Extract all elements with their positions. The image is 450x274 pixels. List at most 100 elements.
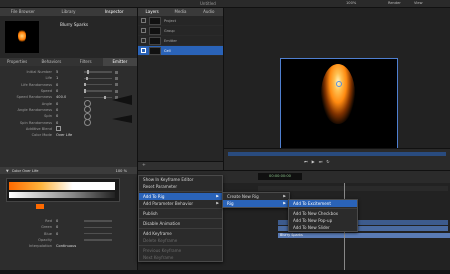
- preview-area: Blurry Sparks: [0, 16, 137, 58]
- submenu-arrow-icon: ▶: [216, 201, 219, 205]
- menu-item-add-to-rig[interactable]: Add To Rig ▶: [139, 193, 222, 200]
- color-over-life-row[interactable]: ▼ Color Over Life 100 %: [0, 167, 137, 174]
- menu-item-add-to-new-popup[interactable]: Add To New Pop-up: [289, 217, 357, 224]
- layer-row[interactable]: Group: [138, 26, 223, 36]
- tab-library[interactable]: Library: [46, 8, 92, 16]
- tab-file-browser[interactable]: File Browser: [0, 8, 46, 16]
- keyframe-button[interactable]: [115, 83, 118, 87]
- keyframe-button[interactable]: [115, 70, 118, 74]
- view-menu[interactable]: View: [414, 0, 423, 7]
- emitter-handle[interactable]: [336, 81, 342, 87]
- param-slider[interactable]: [84, 82, 112, 87]
- gradient-editor[interactable]: [6, 178, 120, 202]
- layers-panel: Layers Media Audio Project Group Emitter…: [138, 8, 224, 170]
- browser-tabs: File Browser Library Inspector: [0, 8, 137, 16]
- layer-row[interactable]: Cell: [138, 46, 223, 56]
- menu-item-publish[interactable]: Publish: [139, 210, 222, 217]
- tab-media[interactable]: Media: [166, 8, 194, 16]
- zoom-menu[interactable]: 100%: [346, 0, 356, 7]
- color-over-life-label: Color Over Life: [11, 168, 39, 173]
- menu-item-reset-parameter[interactable]: Reset Parameter: [139, 183, 222, 190]
- menu-item-disable-animation[interactable]: Disable Animation: [139, 220, 222, 227]
- gradient-color-swatch[interactable]: [36, 204, 44, 209]
- menu-item-add-to-new-checkbox[interactable]: Add To New Checkbox: [289, 210, 357, 217]
- render-menu[interactable]: Render: [388, 0, 401, 7]
- submenu-arrow-icon: ▶: [283, 194, 286, 198]
- add-layer-icon[interactable]: +: [142, 163, 146, 168]
- layer-thumbnail: [149, 36, 161, 45]
- submenu-arrow-icon: ▶: [216, 194, 219, 198]
- preview-thumbnail: [5, 21, 39, 53]
- param-slider[interactable]: [84, 232, 112, 235]
- disclosure-triangle-icon[interactable]: ▼: [6, 169, 9, 173]
- spin-dial[interactable]: [84, 119, 91, 127]
- context-menu: Show In Keyframe Editor Reset Parameter …: [138, 175, 223, 262]
- menu-item-previous-keyframe: Previous Keyframe: [143, 248, 182, 253]
- menu-item-show-in-keyframe-editor[interactable]: Show In Keyframe Editor: [139, 176, 222, 183]
- gradient-opacity-bar[interactable]: [9, 192, 115, 198]
- transport-controls: ⏮ ▶ ⏭ ↻: [304, 159, 330, 164]
- layer-thumbnail: [149, 46, 161, 55]
- tab-audio[interactable]: Audio: [195, 8, 223, 16]
- param-slider[interactable]: [84, 89, 112, 93]
- go-to-start-icon[interactable]: ⏮: [304, 159, 308, 164]
- status-bar: [0, 270, 450, 274]
- speed-graph: [112, 95, 132, 105]
- gradient-bar[interactable]: [9, 182, 115, 190]
- go-to-end-icon[interactable]: ⏭: [319, 159, 323, 164]
- menu-separator: [289, 208, 357, 209]
- menu-separator: [139, 191, 222, 192]
- timeline-ruler: [258, 186, 448, 191]
- mini-timeline[interactable]: [228, 152, 446, 156]
- menu-item-add-keyframe[interactable]: Add Keyframe: [139, 230, 222, 237]
- tab-properties[interactable]: Properties: [0, 58, 34, 66]
- tab-behaviors[interactable]: Behaviors: [34, 58, 68, 66]
- tab-inspector[interactable]: Inspector: [91, 8, 137, 16]
- menu-item-add-to-new-slider[interactable]: Add To New Slider: [289, 224, 357, 231]
- tab-emitter[interactable]: Emitter: [102, 58, 137, 66]
- tab-filters[interactable]: Filters: [69, 58, 103, 66]
- menu-item-add-parameter-behavior[interactable]: Add Parameter Behavior ▶: [139, 200, 222, 207]
- keyframe-button[interactable]: [115, 89, 118, 93]
- window-titlebar: Untitled 100% Render View: [0, 0, 450, 8]
- color-over-life-value[interactable]: 100 %: [116, 169, 127, 173]
- param-row: Interpolation Continuous: [29, 244, 77, 249]
- param-slider[interactable]: [84, 226, 112, 229]
- gradient-controls: [6, 203, 66, 210]
- menu-item-create-new-rig[interactable]: Create New Rig ▶: [223, 193, 289, 200]
- param-slider[interactable]: [84, 220, 112, 222]
- additive-blend-checkbox[interactable]: [56, 126, 61, 132]
- menu-separator: [139, 208, 222, 209]
- menu-separator: [139, 245, 222, 246]
- canvas-frame[interactable]: [280, 58, 398, 152]
- menu-item-rig[interactable]: Rig ▶: [223, 200, 289, 207]
- layer-row[interactable]: Project: [138, 16, 223, 26]
- rig-widget-submenu: Add To Excitement Add To New Checkbox Ad…: [288, 199, 358, 232]
- play-icon[interactable]: ▶: [312, 159, 315, 164]
- angle-graph: [112, 115, 132, 123]
- loop-icon[interactable]: ↻: [326, 159, 329, 164]
- tab-layers[interactable]: Layers: [138, 8, 166, 16]
- inspector-panel: File Browser Library Inspector Blurry Sp…: [0, 8, 138, 270]
- preview-title: Blurry Sparks: [60, 22, 89, 27]
- layer-row[interactable]: Emitter: [138, 36, 223, 46]
- canvas-transport: ⏮ ▶ ⏭ ↻: [224, 148, 450, 171]
- canvas-area: [224, 8, 450, 152]
- param-slider[interactable]: [84, 239, 112, 241]
- menu-separator: [139, 228, 222, 229]
- color-mode-popup[interactable]: Over Life: [56, 133, 72, 137]
- keyframe-button[interactable]: [115, 76, 118, 80]
- param-slider[interactable]: [84, 76, 112, 81]
- layer-thumbnail: [149, 26, 161, 35]
- param-slider[interactable]: [84, 70, 112, 74]
- menu-item-next-keyframe: Next Keyframe: [143, 255, 174, 260]
- window-title: Untitled: [200, 1, 216, 6]
- param-row: Color Mode Over Life: [31, 133, 73, 138]
- interpolation-popup[interactable]: Continuous: [56, 244, 76, 248]
- menu-item-add-to-excitement[interactable]: Add To Excitement: [289, 200, 357, 207]
- param-slider[interactable]: [84, 95, 112, 100]
- layer-thumbnail: [149, 16, 161, 25]
- timeline-track[interactable]: Blurry Sparks: [278, 233, 450, 238]
- particle-emitter[interactable]: [321, 64, 355, 124]
- timecode-display[interactable]: 00:00:00:00: [258, 173, 302, 180]
